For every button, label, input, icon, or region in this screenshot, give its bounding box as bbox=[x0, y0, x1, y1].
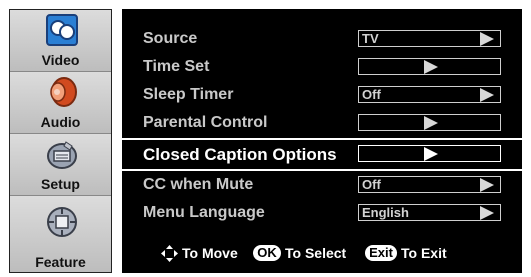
right-arrow-icon bbox=[480, 88, 494, 102]
selected-value: Off bbox=[362, 177, 381, 192]
sidebar-item-label: Setup bbox=[41, 176, 80, 192]
row-label: Source bbox=[143, 30, 198, 47]
exit-key-badge: Exit bbox=[365, 245, 397, 261]
right-arrow-icon bbox=[424, 60, 438, 74]
row-label: Closed Caption Options bbox=[143, 145, 337, 164]
selected-value: TV bbox=[362, 31, 379, 46]
cc-when-mute-select[interactable]: Off bbox=[358, 176, 501, 193]
menu-row-parental-control[interactable]: Parental Control bbox=[122, 110, 522, 136]
help-select-label: To Select bbox=[285, 245, 347, 261]
speaker-icon bbox=[46, 76, 78, 108]
sleep-timer-select[interactable]: Off bbox=[358, 86, 501, 103]
sidebar-item-audio[interactable]: Audio bbox=[10, 72, 111, 134]
sidebar-item-label: Audio bbox=[40, 114, 81, 130]
help-bar: To Move OK To Select Exit To Exit bbox=[122, 243, 522, 265]
setup-icon bbox=[46, 138, 78, 170]
row-label: Sleep Timer bbox=[143, 86, 234, 103]
menu-row-cc-when-mute[interactable]: CC when Mute Off bbox=[122, 172, 522, 198]
sidebar-item-video[interactable]: Video bbox=[10, 10, 111, 72]
selected-value: English bbox=[362, 205, 409, 220]
row-label: CC when Mute bbox=[143, 176, 254, 193]
source-select[interactable]: TV bbox=[358, 30, 501, 47]
four-way-arrow-icon bbox=[161, 245, 178, 262]
sidebar-item-feature[interactable]: Feature bbox=[10, 196, 111, 272]
right-arrow-icon bbox=[424, 116, 438, 130]
sidebar-item-label: Video bbox=[41, 52, 80, 68]
osd-frame: Video Audio Setup Feature Source TV Time… bbox=[0, 0, 531, 277]
row-label: Menu Language bbox=[143, 204, 265, 221]
sidebar-item-label: Feature bbox=[35, 254, 86, 270]
menu-row-time-set[interactable]: Time Set bbox=[122, 54, 522, 80]
category-sidebar: Video Audio Setup Feature bbox=[9, 9, 112, 273]
sidebar-item-setup[interactable]: Setup bbox=[10, 134, 111, 196]
feature-icon bbox=[46, 206, 78, 238]
help-exit-label: To Exit bbox=[401, 245, 447, 261]
right-arrow-icon bbox=[480, 32, 494, 46]
menu-panel: Source TV Time Set Sleep Timer Off Paren… bbox=[122, 9, 522, 273]
menu-row-menu-language[interactable]: Menu Language English bbox=[122, 200, 522, 226]
row-label: Parental Control bbox=[143, 114, 268, 131]
parental-control-submenu[interactable] bbox=[358, 114, 501, 131]
selected-value: Off bbox=[362, 87, 381, 102]
closed-caption-submenu[interactable] bbox=[358, 145, 501, 162]
menu-row-sleep-timer[interactable]: Sleep Timer Off bbox=[122, 82, 522, 108]
menu-language-select[interactable]: English bbox=[358, 204, 501, 221]
selection-bottom-divider bbox=[122, 169, 522, 171]
right-arrow-icon bbox=[480, 178, 494, 192]
menu-row-closed-caption-options[interactable]: Closed Caption Options bbox=[122, 141, 522, 167]
right-arrow-icon bbox=[424, 147, 438, 161]
selection-top-divider bbox=[122, 138, 522, 140]
row-label: Time Set bbox=[143, 58, 210, 75]
time-set-submenu[interactable] bbox=[358, 58, 501, 75]
help-move-label: To Move bbox=[182, 245, 238, 261]
menu-row-source[interactable]: Source TV bbox=[122, 26, 522, 52]
ok-key-badge: OK bbox=[253, 245, 281, 261]
right-arrow-icon bbox=[480, 206, 494, 220]
video-icon bbox=[46, 14, 78, 46]
